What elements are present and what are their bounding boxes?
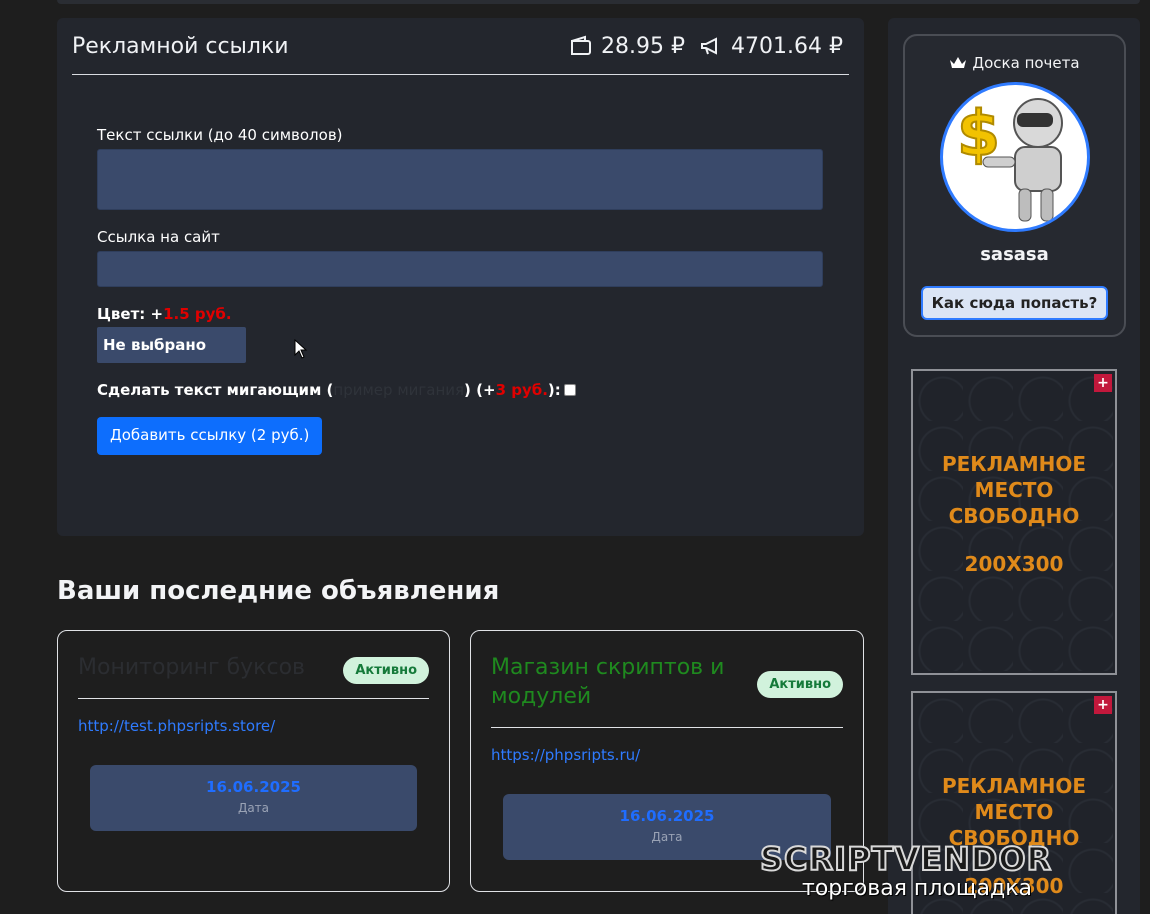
site-url-input[interactable] <box>97 251 823 287</box>
sidebar: Доска почета $ sasasa Как сюда попасть? … <box>888 18 1140 914</box>
wallet-icon <box>571 35 592 55</box>
color-price: 1.5 руб. <box>163 305 232 323</box>
blink-mid: ) (+ <box>464 381 496 399</box>
add-ad-plus-icon[interactable]: + <box>1094 696 1112 714</box>
balance-ads: 4701.64 ₽ <box>731 33 843 59</box>
site-url-label: Ссылка на сайт <box>97 228 220 246</box>
ad-slot-line: МЕСТО <box>974 800 1054 824</box>
watermark-brand: SCRIPTVENDOR <box>759 839 1053 879</box>
scriptvendor-watermark: SCRIPTVENDOR торговая площадка <box>759 839 1135 904</box>
status-badge: Активно <box>757 671 843 698</box>
ad-date: 16.06.2025 <box>619 807 715 825</box>
mouse-cursor-icon <box>294 339 308 359</box>
top-strip <box>57 0 1140 4</box>
color-select[interactable]: Не выбрано <box>97 327 246 363</box>
ad-card-header: Мониторинг буксов Активно <box>78 653 429 699</box>
blink-end: ): <box>547 381 561 399</box>
ad-slot-size: 200X300 <box>964 552 1064 576</box>
ad-slot[interactable]: + РЕКЛАМНОЕ МЕСТО СВОБОДНО 200X300 <box>911 369 1117 675</box>
ad-title[interactable]: Мониторинг буксов <box>78 653 305 682</box>
how-to-get-here-button[interactable]: Как сюда попасть? <box>921 286 1108 320</box>
blink-checkbox[interactable] <box>563 384 576 396</box>
link-text-textarea[interactable] <box>97 149 823 210</box>
ad-slot-line: РЕКЛАМНОЕ <box>941 774 1087 798</box>
card-header: Рекламной ссылки 28.95 ₽ 4701.64 ₽ <box>72 18 849 75</box>
balance-main: 28.95 ₽ <box>601 33 686 59</box>
ad-card: Мониторинг буксов Активно http://test.ph… <box>57 630 450 892</box>
ad-url-link[interactable]: http://test.phpsripts.store/ <box>78 717 275 735</box>
ad-url-link[interactable]: https://phpsripts.ru/ <box>491 746 640 764</box>
honor-board: Доска почета $ sasasa Как сюда попасть? <box>903 34 1126 337</box>
blink-demo-text: пример мигания <box>333 381 465 399</box>
ad-title[interactable]: Магазин скриптов и модулей <box>491 653 757 711</box>
honor-board-title-text: Доска почета <box>972 54 1080 72</box>
add-link-button[interactable]: Добавить ссылку (2 руб.) <box>97 417 323 455</box>
ad-date: 16.06.2025 <box>206 778 301 796</box>
honor-user-name[interactable]: sasasa <box>905 244 1124 265</box>
ad-link-form: Текст ссылки (до 40 символов) Ссылка на … <box>97 126 824 455</box>
color-label: Цвет: +1.5 руб. <box>97 305 824 323</box>
megaphone-icon <box>701 37 718 55</box>
ad-card-header: Магазин скриптов и модулей Активно <box>491 653 843 728</box>
add-ad-plus-icon[interactable]: + <box>1094 374 1112 392</box>
blink-label: Сделать текст мигающим ( <box>97 381 334 399</box>
honor-board-title: Доска почета <box>905 54 1124 72</box>
ad-date-label: Дата <box>237 801 270 815</box>
color-label-text: Цвет: + <box>97 305 164 323</box>
blink-price: 3 руб. <box>495 381 548 399</box>
balance-bar: 28.95 ₽ 4701.64 ₽ <box>569 34 849 59</box>
ad-slot-line: РЕКЛАМНОЕ <box>941 452 1087 476</box>
recent-ads-title: Ваши последние объявления <box>57 576 500 606</box>
ad-slot-line: МЕСТО <box>974 478 1054 502</box>
ad-date-box: 16.06.2025 Дата <box>90 765 417 831</box>
link-text-label: Текст ссылки (до 40 символов) <box>97 126 343 144</box>
page-title: Рекламной ссылки <box>72 33 289 59</box>
status-badge: Активно <box>343 657 429 684</box>
ad-link-card: Рекламной ссылки 28.95 ₽ 4701.64 ₽ Текст… <box>57 18 864 536</box>
ad-slot-line: СВОБОДНО <box>948 504 1080 528</box>
blink-option: Сделать текст мигающим ( пример мигания … <box>97 381 824 399</box>
robot-avatar-icon: $ <box>956 96 1063 222</box>
crown-icon <box>950 57 967 68</box>
ad-slot-text: РЕКЛАМНОЕ МЕСТО СВОБОДНО 200X300 <box>913 451 1115 577</box>
avatar[interactable]: $ <box>939 82 1090 232</box>
watermark-tagline: торговая площадка <box>802 876 1033 901</box>
